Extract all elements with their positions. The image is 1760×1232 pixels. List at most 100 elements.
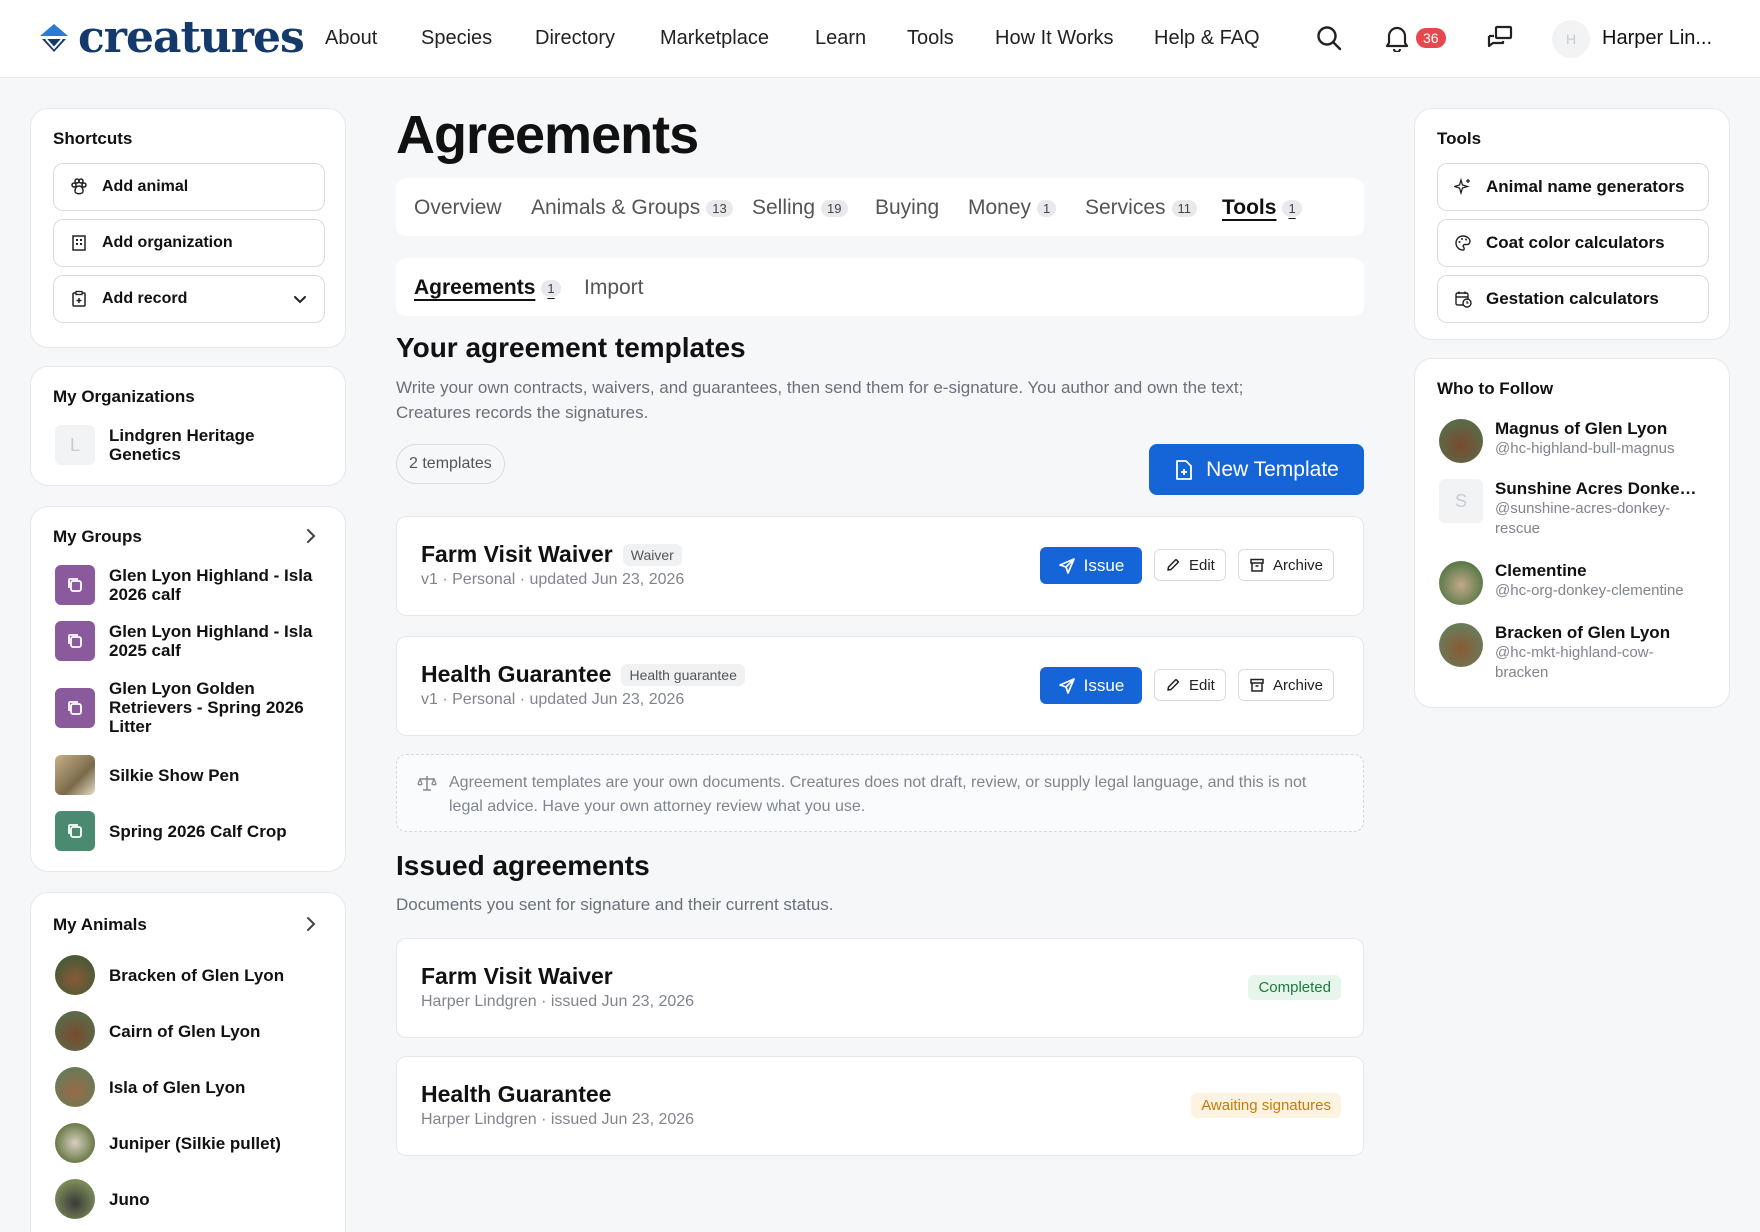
tab-overview[interactable]: Overview <box>414 196 502 220</box>
nav-learn[interactable]: Learn <box>815 27 866 50</box>
issued-row[interactable]: Health Guarantee Harper Lindgren · issue… <box>396 1056 1364 1156</box>
copy-icon <box>55 687 95 728</box>
add-animal-label: Add animal <box>102 178 189 195</box>
group-label: Silkie Show Pen <box>109 765 240 785</box>
chevron-right-icon[interactable] <box>303 527 319 545</box>
add-organization-button[interactable]: Add organization <box>53 219 325 267</box>
follow-avatar: S <box>1439 479 1483 523</box>
legal-notice: Agreement templates are your own documen… <box>396 754 1364 832</box>
templates-description: Write your own contracts, waivers, and g… <box>396 378 1244 422</box>
nav-species[interactable]: Species <box>421 27 492 50</box>
logo-mark-icon <box>38 22 70 54</box>
template-tag: Health guarantee <box>621 663 745 686</box>
tab-label: Agreements <box>414 276 536 299</box>
follow-item[interactable]: Clementine @hc-org-donkey-clementine <box>1439 561 1709 605</box>
issued-title: Issued agreements <box>396 850 650 881</box>
archive-icon <box>1249 677 1265 693</box>
subtab-import[interactable]: Import <box>584 276 644 300</box>
paw-icon <box>70 178 88 196</box>
primary-tabs: Overview Animals & Groups 13 Selling 19 Bu… <box>396 178 1364 236</box>
issued-title-text: Farm Visit Waiver <box>421 963 613 989</box>
tab-selling[interactable]: Selling 19 <box>752 196 848 220</box>
animal-avatar <box>55 1179 95 1219</box>
group-item[interactable]: Glen Lyon Highland - Isla 2025 calf <box>55 621 325 661</box>
shortcuts-title: Shortcuts <box>53 129 133 148</box>
nav-how-it-works[interactable]: How It Works <box>995 27 1114 50</box>
tab-money[interactable]: Money 1 <box>968 196 1057 220</box>
tab-buying[interactable]: Buying <box>875 196 939 220</box>
group-item[interactable]: Glen Lyon Highland - Isla 2026 calf <box>55 565 325 605</box>
group-item[interactable]: Glen Lyon Golden Retrievers - Spring 202… <box>55 679 325 736</box>
new-template-label: New Template <box>1206 457 1339 481</box>
issue-button[interactable]: Issue <box>1040 547 1142 584</box>
org-label: Lindgren Heritage Genetics <box>109 426 255 464</box>
nav-about[interactable]: About <box>325 27 377 50</box>
pencil-icon <box>1165 677 1181 693</box>
tab-label: Tools <box>1222 196 1277 219</box>
follow-name: Sunshine Acres Donkey ... <box>1495 479 1705 498</box>
issued-meta: Harper Lindgren · issued Jun 23, 2026 <box>421 1111 695 1128</box>
messages-icon[interactable] <box>1486 24 1514 52</box>
archive-button[interactable]: Archive <box>1238 669 1335 701</box>
send-icon <box>1058 557 1076 575</box>
gestation-calculators-button[interactable]: Gestation calculators <box>1437 275 1709 323</box>
org-avatar: L <box>55 425 95 465</box>
add-animal-button[interactable]: Add animal <box>53 163 325 211</box>
group-item[interactable]: Silkie Show Pen <box>55 755 325 795</box>
archive-button[interactable]: Archive <box>1238 549 1335 581</box>
subtab-agreements[interactable]: Agreements 1 <box>414 276 561 300</box>
file-plus-icon <box>1174 459 1194 481</box>
animal-item[interactable]: Juniper (Silkie pullet) <box>55 1123 325 1163</box>
nav-tools[interactable]: Tools <box>907 27 954 50</box>
animal-item[interactable]: Isla of Glen Lyon <box>55 1067 325 1107</box>
user-name[interactable]: Harper Lin... <box>1602 27 1712 50</box>
edit-button[interactable]: Edit <box>1154 549 1226 581</box>
issue-label: Issue <box>1083 555 1125 575</box>
secondary-tabs: Agreements 1 Import <box>396 258 1364 316</box>
animal-item[interactable]: Juno <box>55 1179 325 1219</box>
org-item[interactable]: L Lindgren Heritage Genetics <box>55 425 325 465</box>
animal-item[interactable]: Cairn of Glen Lyon <box>55 1011 325 1051</box>
issue-label: Issue <box>1083 675 1125 695</box>
nav-marketplace[interactable]: Marketplace <box>660 27 769 50</box>
chevron-down-icon[interactable] <box>292 291 308 307</box>
user-avatar[interactable]: H <box>1552 20 1590 58</box>
tab-services[interactable]: Services 11 <box>1085 196 1198 220</box>
tab-animals-groups[interactable]: Animals & Groups 13 <box>531 196 733 220</box>
notification-badge: 36 <box>1416 28 1446 48</box>
shortcuts-card: Shortcuts Add animal Add organization Ad… <box>30 108 346 348</box>
nav-directory[interactable]: Directory <box>535 27 615 50</box>
tab-tools[interactable]: Tools 1 <box>1222 196 1302 220</box>
animal-name-generators-button[interactable]: Animal name generators <box>1437 163 1709 211</box>
issued-row[interactable]: Farm Visit Waiver Harper Lindgren · issu… <box>396 938 1364 1038</box>
issue-button[interactable]: Issue <box>1040 667 1142 704</box>
group-item[interactable]: Spring 2026 Calf Crop <box>55 811 325 851</box>
calendar-clock-icon <box>1454 290 1472 308</box>
animal-item[interactable]: Bracken of Glen Lyon <box>55 955 325 995</box>
follow-item[interactable]: S Sunshine Acres Donkey ... @sunshine-acr… <box>1439 479 1709 539</box>
sparkle-icon <box>1454 178 1472 196</box>
site-logo[interactable]: creatures <box>38 12 305 63</box>
my-organizations-card: My Organizations L Lindgren Heritage Gen… <box>30 366 346 486</box>
coat-color-calculators-button[interactable]: Coat color calculators <box>1437 219 1709 267</box>
template-meta: v1 · Personal · updated Jun 23, 2026 <box>421 691 685 708</box>
template-name: Farm Visit Waiver <box>421 541 613 567</box>
search-icon[interactable] <box>1315 24 1343 52</box>
template-title: Farm Visit Waiver Waiver <box>421 541 682 568</box>
edit-button[interactable]: Edit <box>1154 669 1226 701</box>
my-organizations-title: My Organizations <box>53 387 195 406</box>
edit-label: Edit <box>1189 676 1215 694</box>
legal-notice-text: Agreement templates are your own documen… <box>449 774 1307 815</box>
follow-item[interactable]: Magnus of Glen Lyon @hc-highland-bull-mag… <box>1439 419 1709 463</box>
chevron-right-icon[interactable] <box>303 915 319 933</box>
bell-icon[interactable] <box>1384 24 1410 52</box>
edit-label: Edit <box>1189 556 1215 574</box>
add-record-button[interactable]: Add record <box>53 275 325 323</box>
follow-item[interactable]: Bracken of Glen Lyon @hc-mkt-highland-cow… <box>1439 623 1709 683</box>
archive-label: Archive <box>1273 556 1324 574</box>
nav-help-faq[interactable]: Help & FAQ <box>1154 27 1260 50</box>
tab-label: Import <box>584 276 644 299</box>
tool-label: Animal name generators <box>1486 177 1685 196</box>
tools-title: Tools <box>1437 129 1482 148</box>
new-template-button[interactable]: New Template <box>1149 444 1364 495</box>
